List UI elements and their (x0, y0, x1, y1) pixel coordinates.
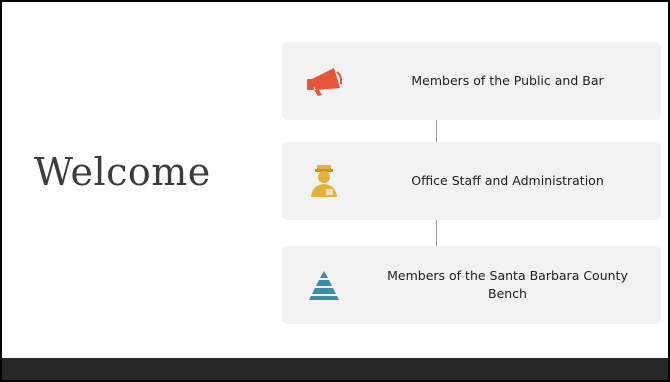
card-label: Members of the Santa Barbara County Benc… (387, 268, 628, 301)
card-public-and-bar: Members of the Public and Bar (282, 42, 661, 120)
card-county-bench: Members of the Santa Barbara County Benc… (282, 246, 661, 324)
connector-line (436, 120, 437, 142)
footer-band (2, 358, 668, 380)
connector-line (436, 220, 437, 246)
card-label: Office Staff and Administration (411, 173, 604, 188)
slide: Welcome Members of the Public and Bar Of… (0, 0, 670, 382)
megaphone-icon (304, 61, 344, 101)
staff-person-icon (304, 161, 344, 201)
pyramid-icon (304, 265, 344, 305)
card-label: Members of the Public and Bar (411, 73, 604, 88)
card-office-staff: Office Staff and Administration (282, 142, 661, 220)
slide-title: Welcome (34, 150, 211, 194)
